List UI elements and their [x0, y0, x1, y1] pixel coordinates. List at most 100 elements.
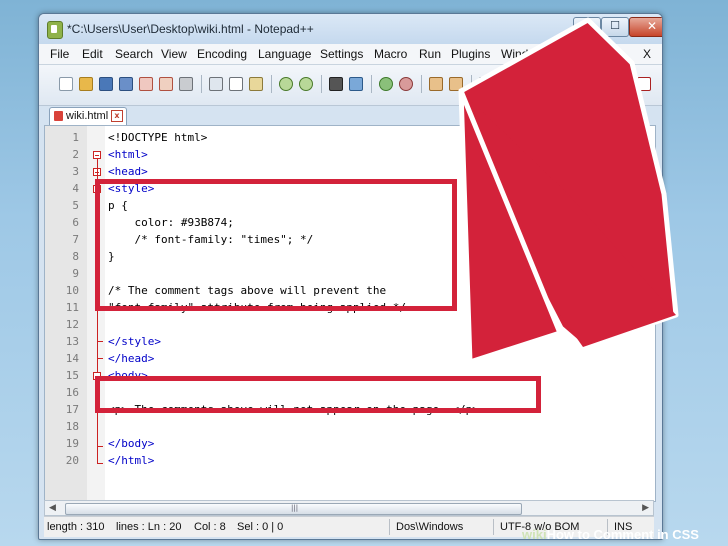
line-number: 11 [65, 301, 79, 314]
menu-settings[interactable]: Settings [320, 47, 363, 61]
find-icon[interactable] [329, 77, 343, 91]
close-all-icon[interactable] [159, 77, 173, 91]
menu-file[interactable]: File [50, 47, 69, 61]
line-number: 17 [65, 403, 79, 416]
wikihow-watermark: wikiHow to Comment in CSS [522, 527, 699, 542]
line-number: 15 [65, 369, 79, 382]
line-number: 18 [65, 420, 79, 433]
scroll-thumb[interactable]: ||| [65, 503, 522, 515]
status-divider [493, 519, 494, 535]
toolbar-separator [321, 75, 322, 93]
line-number: 14 [65, 352, 79, 365]
code-line: <head> [108, 165, 148, 178]
toolbar-separator [421, 75, 422, 93]
open-file-icon[interactable] [79, 77, 93, 91]
scroll-right-arrow-icon[interactable]: ▶ [642, 503, 649, 513]
sync-horizontal-icon[interactable] [449, 77, 463, 91]
line-number: 20 [65, 454, 79, 467]
sync-vertical-icon[interactable] [429, 77, 443, 91]
menu-edit[interactable]: Edit [82, 47, 103, 61]
menu-search[interactable]: Search [115, 47, 153, 61]
line-number: 13 [65, 335, 79, 348]
scroll-left-arrow-icon[interactable]: ◀ [49, 503, 56, 513]
fold-end-head [97, 358, 103, 359]
save-all-icon[interactable] [119, 77, 133, 91]
code-line: <html> [108, 148, 148, 161]
toolbar-separator [371, 75, 372, 93]
close-window-button[interactable]: ✕ [629, 17, 662, 37]
line-number: 12 [65, 318, 79, 331]
line-number: 19 [65, 437, 79, 450]
fold-end-style [97, 341, 103, 342]
paste-icon[interactable] [249, 77, 263, 91]
line-number: 8 [72, 250, 79, 263]
line-number: 4 [72, 182, 79, 195]
status-selection: Sel : 0 | 0 [237, 521, 284, 533]
code-line: </body> [108, 437, 155, 450]
menu-language[interactable]: Language [258, 47, 311, 61]
line-number: 2 [72, 148, 79, 161]
tab-bar: wiki.html x [39, 106, 662, 125]
menu-encoding[interactable]: Encoding [197, 47, 247, 61]
menu-view[interactable]: View [161, 47, 187, 61]
status-length: length : 310 [47, 521, 105, 533]
tab-label: wiki.html [66, 110, 109, 122]
zoom-out-icon[interactable] [399, 77, 413, 91]
fold-end-html [97, 463, 103, 464]
cut-icon[interactable] [209, 77, 223, 91]
close-icon: ✕ [646, 19, 658, 33]
tab-close-icon[interactable]: x [111, 110, 123, 122]
code-line: <!DOCTYPE html> [108, 131, 208, 144]
show-all-chars-icon[interactable] [499, 77, 513, 91]
tab-wiki-html[interactable]: wiki.html x [49, 107, 127, 125]
menu-close-document[interactable]: X [643, 47, 651, 61]
status-line: lines : Ln : 20 [116, 521, 182, 533]
watermark-title: How to Comment in CSS [546, 527, 699, 542]
status-column: Col : 8 [194, 521, 226, 533]
line-number: 3 [72, 165, 79, 178]
undo-icon[interactable] [279, 77, 293, 91]
code-line: </head> [108, 352, 155, 365]
toolbar-separator [271, 75, 272, 93]
window-title: *C:\Users\User\Desktop\wiki.html - Notep… [67, 22, 314, 36]
indent-guide-icon[interactable] [519, 77, 533, 91]
menu-window[interactable]: Window [501, 47, 544, 61]
code-line: </html> [108, 454, 155, 467]
watermark-wiki: wiki [522, 527, 547, 542]
replace-icon[interactable] [349, 77, 363, 91]
notepadpp-app-icon [47, 21, 63, 39]
line-number: 6 [72, 216, 79, 229]
record-macro-icon[interactable] [637, 77, 651, 91]
save-icon[interactable] [99, 77, 113, 91]
redo-icon[interactable] [299, 77, 313, 91]
copy-icon[interactable] [229, 77, 243, 91]
line-number: 7 [72, 233, 79, 246]
horizontal-scrollbar[interactable]: ◀ ||| ▶ [44, 500, 654, 516]
fold-toggle-html[interactable] [93, 151, 101, 159]
menu-help[interactable]: ? [557, 47, 564, 61]
line-number: 5 [72, 199, 79, 212]
user-language-icon[interactable] [539, 77, 553, 91]
zoom-in-icon[interactable] [379, 77, 393, 91]
status-eol: Dos\Windows [396, 521, 464, 533]
menu-bar: File Edit Search View Encoding Language … [39, 44, 662, 65]
minimize-icon: ─ [583, 19, 591, 32]
maximize-icon: ☐ [610, 19, 620, 32]
print-icon[interactable] [179, 77, 193, 91]
menu-run[interactable]: Run [419, 47, 441, 61]
line-number: 10 [65, 284, 79, 297]
menu-plugins[interactable]: Plugins [451, 47, 490, 61]
menu-macro[interactable]: Macro [374, 47, 407, 61]
close-file-icon[interactable] [139, 77, 153, 91]
highlight-box-css-comment [95, 179, 457, 311]
new-file-icon[interactable] [59, 77, 73, 91]
unsaved-file-icon [54, 111, 63, 121]
status-divider [389, 519, 390, 535]
title-bar: *C:\Users\User\Desktop\wiki.html - Notep… [39, 14, 662, 44]
highlight-box-paragraph [95, 376, 541, 413]
maximize-button[interactable]: ☐ [601, 17, 629, 37]
toolbar-separator [471, 75, 472, 93]
line-number: 9 [72, 267, 79, 280]
word-wrap-icon[interactable] [479, 77, 493, 91]
minimize-button[interactable]: ─ [573, 17, 601, 37]
